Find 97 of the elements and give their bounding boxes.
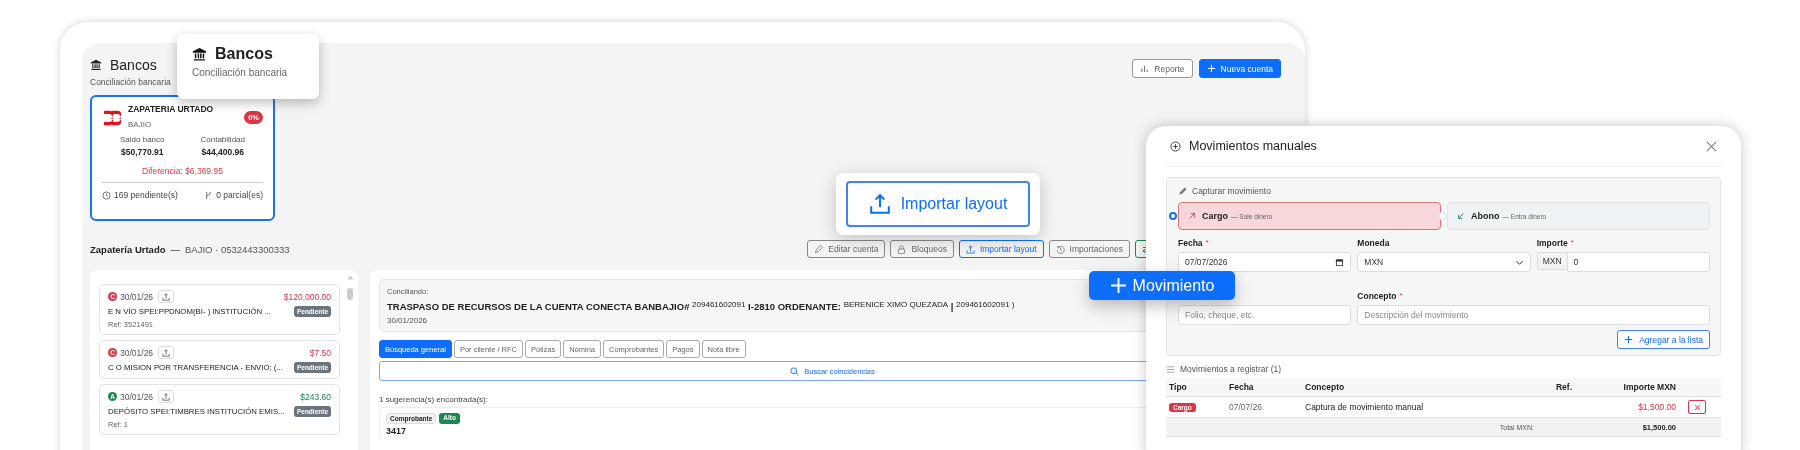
upload-icon [162, 292, 171, 301]
field-placeholder: Descripción del movimiento [1364, 310, 1469, 320]
arrow-up-right-icon [1188, 212, 1196, 220]
field-label: Concepto [1357, 291, 1397, 301]
concept-field[interactable]: Descripción del movimiento [1357, 305, 1710, 325]
movement-amount: $243.60 [300, 391, 331, 402]
suggestion-title: 3417 [386, 426, 408, 436]
field-placeholder: Folio, cheque, etc. [1185, 310, 1255, 320]
calendar-icon[interactable] [1335, 257, 1345, 267]
lock-icon [897, 244, 907, 254]
field-label: Moneda [1357, 238, 1390, 248]
add-movement-button[interactable]: Movimiento [1089, 271, 1235, 300]
upload-icon [162, 348, 171, 357]
pencil-icon [814, 244, 824, 254]
field-label: Importe [1536, 238, 1568, 248]
column-header: Fecha [1229, 382, 1255, 392]
scroll-up-icon[interactable] [346, 275, 354, 280]
movement-date: 30/01/26 [120, 347, 154, 358]
partial-count: 0 parcial(es) [216, 190, 263, 200]
upload-button[interactable] [158, 346, 175, 359]
stat-label: Saldo banco [120, 135, 165, 144]
history-icon [1055, 244, 1065, 254]
currency-select[interactable]: MXN [1357, 252, 1531, 272]
movement-amount: $120,000.00 [283, 291, 331, 302]
pencil-icon [1178, 186, 1187, 196]
table-cell-text: Captura de movimiento manual [1305, 402, 1425, 412]
amount-field[interactable]: 0 [1566, 252, 1710, 272]
callout-title: Bancos [215, 45, 273, 63]
upload-button[interactable] [158, 390, 175, 403]
scrollbar-thumb[interactable] [347, 288, 353, 300]
account-detail: BAJIO · 0532443300333 [185, 243, 290, 255]
reconciling-concept: TRASPASO DE RECURSOS DE LA CUENTA CONECTA BANBAJIO# $^{209461602091}$ I-2810 ORDENANTE: $^{BERENICE XIMO QUEZADA}$ | $^{209461602091 )}$ [387, 300, 1015, 312]
movement-date: 30/01/26 [120, 391, 154, 402]
section-title: Capturar movimiento [1192, 186, 1271, 196]
column-header: Importe MXN [1622, 382, 1676, 392]
reference-field[interactable]: Folio, cheque, etc. [1178, 305, 1352, 325]
stat-value: $50,770.91 [120, 147, 164, 157]
pending-count: 169 pendiente(s) [114, 190, 178, 200]
search-icon [790, 366, 800, 376]
plus-icon [1624, 335, 1634, 344]
reconciling-date: 30/01/2026 [387, 316, 428, 325]
field-label: Fecha [1178, 238, 1203, 248]
list-icon [1166, 364, 1175, 374]
field-value: MXN [1364, 257, 1384, 267]
branch-icon [204, 190, 214, 200]
movement-amount: $7.50 [309, 347, 331, 358]
movement-date: 30/01/26 [120, 291, 154, 302]
bank-icon [192, 46, 207, 62]
bank-name: BAJIO [128, 120, 153, 129]
type-label: Abono [1471, 211, 1500, 221]
remove-button[interactable] [1688, 400, 1706, 414]
date-field[interactable]: 07/07/2026 [1178, 252, 1352, 272]
required-mark: * [1205, 238, 1209, 247]
modal-title: Movimientos manuales [1189, 139, 1318, 153]
arrow-down-left-icon [1457, 212, 1465, 220]
upload-icon [162, 392, 171, 401]
upload-button[interactable] [158, 290, 175, 303]
required-mark: * [1399, 291, 1403, 300]
callout-subtitle: Conciliación bancaria [192, 67, 289, 78]
locks-button[interactable]: Bloqueos [890, 240, 954, 258]
separator-dash: — [170, 243, 180, 255]
report-button[interactable]: Reporte [1132, 59, 1193, 78]
stat-label: Contabilidad [200, 135, 245, 144]
upload-icon [868, 193, 891, 215]
bank-logo-icon [102, 110, 122, 126]
field-value: 07/07/2026 [1185, 257, 1228, 267]
page-title: Bancos [110, 57, 157, 73]
clock-icon [102, 190, 111, 200]
upload-icon [965, 244, 975, 254]
stat-value: $44,400.96 [201, 147, 244, 157]
column-header: Concepto [1305, 382, 1346, 392]
difference-text: Diferencia: $6,369.95 [102, 166, 263, 183]
column-header: Tipo [1169, 382, 1188, 392]
currency-prefix: MXN [1536, 252, 1567, 270]
imports-button[interactable]: Importaciones [1048, 240, 1130, 258]
edit-account-button[interactable]: Editar cuenta [807, 240, 886, 258]
plus-icon [1109, 277, 1127, 294]
new-account-button[interactable]: Nueva cuenta [1198, 59, 1281, 78]
close-icon[interactable] [1706, 140, 1717, 152]
field-value: 0 [1573, 257, 1579, 267]
import-layout-button[interactable]: Importar layout [846, 181, 1030, 227]
close-icon [1693, 403, 1701, 411]
plus-icon [1206, 64, 1216, 73]
suggestions-count: 1 sugerencia(s) encontrada(s): [379, 395, 488, 404]
add-to-list-button[interactable]: Agregar a la lista [1617, 330, 1710, 349]
required-mark: * [1570, 238, 1574, 247]
plus-circle-icon [1170, 140, 1181, 152]
bar-chart-icon [1140, 64, 1150, 73]
bank-icon [90, 59, 102, 71]
account-name: ZAPATERIA URTADO [128, 104, 215, 114]
list-title: Movimientos a registrar (1) [1180, 364, 1282, 374]
account-name: Zapatería Urtado [90, 243, 166, 255]
table-cell-text: $1,500.00 [1637, 402, 1676, 412]
type-label: Cargo [1202, 211, 1228, 221]
column-header: Ref. [1554, 382, 1573, 392]
import-layout-button[interactable]: Importar layout [958, 240, 1044, 258]
page-subtitle: Conciliación bancaria [90, 77, 171, 87]
